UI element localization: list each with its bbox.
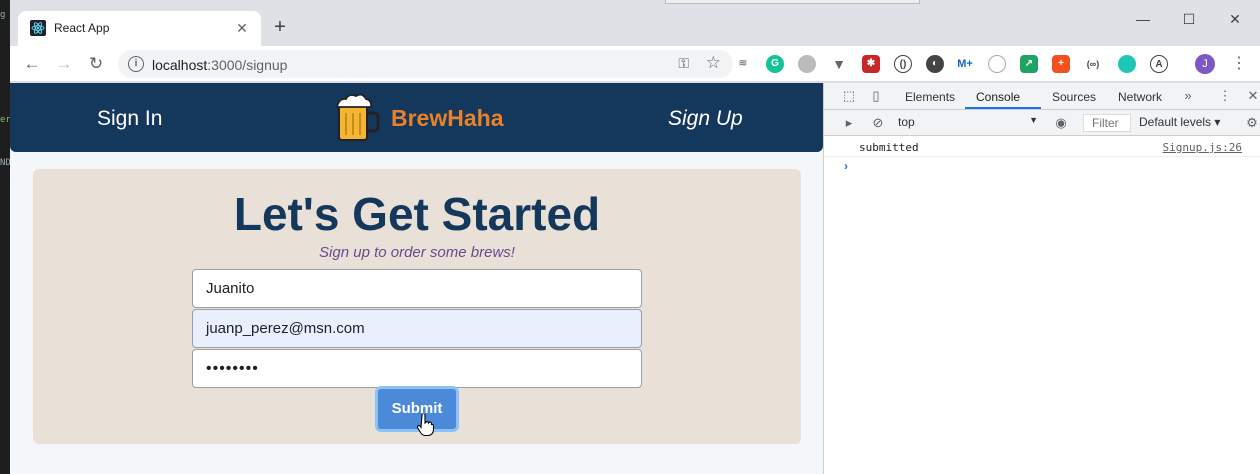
extension-teal-icon[interactable] [1118,55,1136,73]
console-source-link[interactable]: Signup.js:26 [1163,141,1242,154]
tab-console[interactable]: Console [976,90,1020,104]
page-subtitle: Sign up to order some brews! [319,244,515,261]
brand-name[interactable]: BrewHaha [391,105,503,132]
console-prompt[interactable]: › [844,159,848,173]
extension-orange-icon[interactable]: + [1052,55,1070,73]
url-text: localhost:3000/signup [152,57,288,73]
nav-sign-up-link[interactable]: Sign Up [668,107,743,131]
devtools-panel: ⬚ ▯ Elements Console Sources Network » ⋮… [823,83,1260,474]
password-input[interactable]: •••••••• [192,349,642,388]
info-icon[interactable]: i [128,56,144,72]
devtools-menu-icon[interactable]: ⋮ [1217,88,1233,104]
more-tabs-icon[interactable]: » [1180,88,1196,104]
overlay-window-edge [665,0,920,4]
bookmark-star-icon[interactable]: ☆ [706,53,721,73]
live-expression-eye-icon[interactable]: ◉ [1053,115,1069,131]
new-tab-button[interactable]: + [268,16,292,40]
maximize-button[interactable]: ☐ [1166,6,1212,34]
back-icon[interactable]: ← [20,52,44,76]
key-icon[interactable]: ⚿ [678,55,689,72]
browser-window: React App ✕ + — ☐ ✕ ← → ↻ i localhost:30… [10,0,1260,474]
grammarly-icon[interactable]: G [766,55,784,73]
console-toolbar: ▸ ⊘ top ▼ ◉ Filter Default levels ▾ ⚙ [824,110,1260,136]
devtools-close-icon[interactable]: ✕ [1245,88,1260,104]
tab-strip: React App ✕ + — ☐ ✕ [10,0,1260,46]
active-tab-indicator [965,107,1041,109]
tab-network[interactable]: Network [1118,90,1162,104]
react-icon [30,20,46,36]
clear-console-icon[interactable]: ⊘ [870,115,886,131]
tab-close-icon[interactable]: ✕ [233,19,251,37]
tab-sources[interactable]: Sources [1052,90,1096,104]
log-levels-select[interactable]: Default levels ▾ [1139,115,1220,129]
browser-tab[interactable]: React App ✕ [18,11,261,46]
extension-dial-icon[interactable] [988,55,1006,73]
device-toolbar-icon[interactable]: ▯ [868,88,884,104]
devtools-tab-bar: ⬚ ▯ Elements Console Sources Network » ⋮… [824,83,1260,110]
context-select[interactable]: top ▼ [898,115,1038,131]
hand-cursor-icon [416,414,434,436]
desktop-edge: g er ND [0,0,11,474]
extension-m-icon[interactable]: M+ [956,55,974,73]
signup-card: Let's Get Started Sign up to order some … [33,169,801,444]
app-navbar: Sign In BrewHaha Sign Up [10,83,823,152]
page-title: Let's Get Started [233,188,601,240]
extension-wave-icon[interactable]: ≋ [734,55,752,73]
forward-icon[interactable]: → [52,52,76,76]
tab-elements[interactable]: Elements [905,90,955,104]
vue-devtools-icon[interactable]: ▼ [830,55,848,73]
extension-green-icon[interactable]: ↗ [1020,55,1038,73]
username-input[interactable]: Juanito [192,269,642,308]
close-window-button[interactable]: ✕ [1212,6,1258,34]
tab-title: React App [54,21,110,35]
console-sidebar-icon[interactable]: ▸ [841,115,857,131]
filter-input[interactable]: Filter [1083,114,1131,132]
extension-o-icon[interactable]: () [894,55,912,73]
dark-mode-icon[interactable]: ◐ [926,55,944,73]
page-viewport: Sign In BrewHaha Sign Up Let's Get Start… [10,83,823,474]
extension-link-icon[interactable]: (∞) [1084,55,1102,73]
chevron-down-icon: ▼ [1029,115,1038,125]
nav-sign-in-link[interactable]: Sign In [97,107,162,131]
browser-toolbar: ← → ↻ i localhost:3000/signup ⚿ ☆ ≋ G ▼ … [10,46,1260,82]
email-input[interactable]: juanp_perez@msn.com [192,309,642,348]
desktop-glyph: g [0,10,6,20]
console-settings-icon[interactable]: ⚙ [1244,115,1260,131]
inspect-element-icon[interactable]: ⬚ [841,88,857,104]
reload-icon[interactable]: ↻ [84,52,108,76]
extension-a-icon[interactable]: A [1150,55,1168,73]
minimize-button[interactable]: — [1120,6,1166,34]
browser-menu-icon[interactable]: ⋮ [1231,53,1247,73]
extension-red-icon[interactable]: ✱ [862,55,880,73]
address-bar[interactable]: i localhost:3000/signup ⚿ ☆ [118,50,733,78]
profile-avatar[interactable]: J [1195,54,1215,74]
beer-mug-icon[interactable] [334,93,380,143]
console-message: submitted Signup.js:26 [824,137,1260,157]
console-message-text: submitted [859,141,919,154]
extension-circle-icon[interactable] [798,55,816,73]
